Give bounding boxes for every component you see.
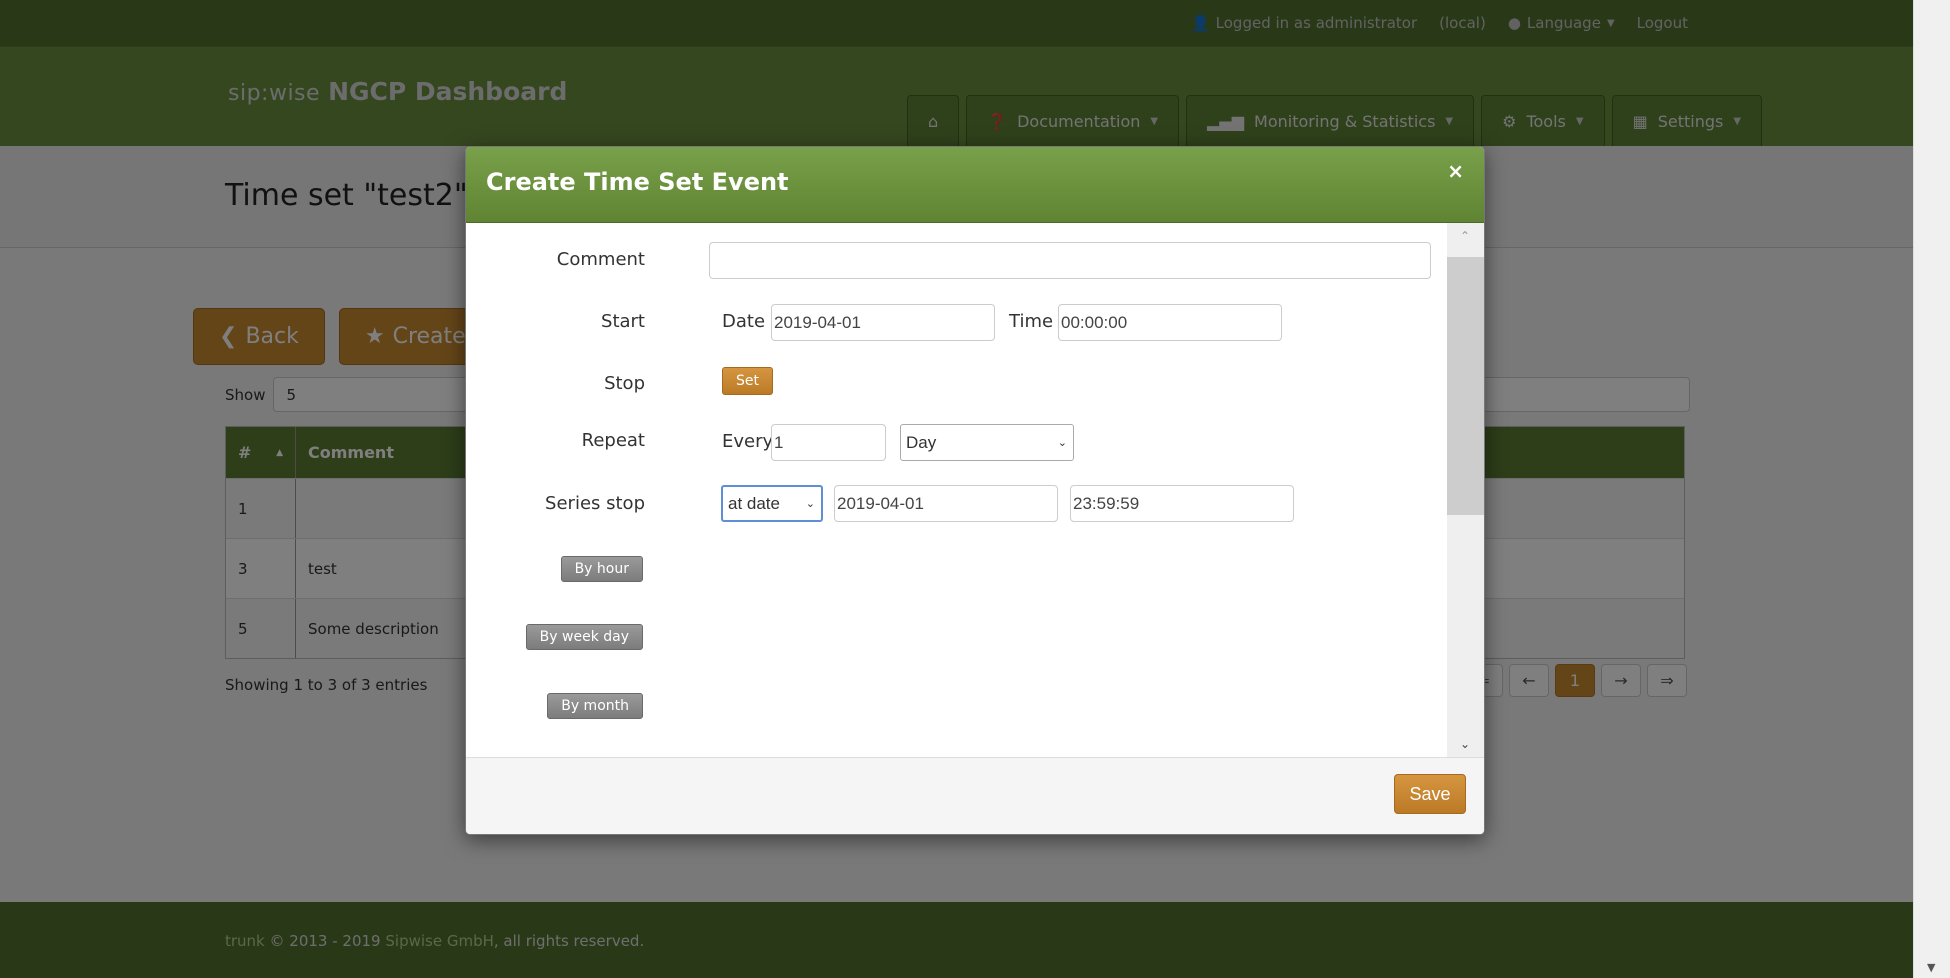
scroll-up-icon[interactable]: ⌃ (1460, 229, 1470, 243)
every-label: Every (722, 431, 774, 452)
scroll-down-icon[interactable]: ▼ (1927, 961, 1935, 974)
chevron-down-icon: ⌄ (805, 498, 815, 510)
time-label: Time (1009, 311, 1054, 332)
start-date-input[interactable]: 2019-04-01 (771, 304, 995, 341)
scroll-down-icon[interactable]: ⌄ (1460, 737, 1470, 751)
modal-title: Create Time Set Event (486, 168, 789, 196)
series-stop-mode-select[interactable]: at date ⌄ (721, 485, 823, 522)
modal-body: Comment Start Date 2019-04-01 Time 00:00… (466, 223, 1449, 759)
comment-input[interactable] (709, 242, 1431, 279)
modal-header: Create Time Set Event × (466, 147, 1484, 223)
scrollbar-thumb[interactable] (1447, 257, 1484, 515)
modal-scrollbar[interactable]: ⌃ ⌄ (1447, 223, 1484, 759)
stop-set-button[interactable]: Set (722, 367, 773, 395)
chevron-down-icon: ⌄ (1057, 437, 1067, 449)
start-time-input[interactable]: 00:00:00 (1058, 304, 1282, 341)
close-icon[interactable]: × (1447, 159, 1464, 183)
start-label: Start (601, 311, 645, 332)
by-month-button[interactable]: By month (547, 693, 643, 719)
create-event-modal: Create Time Set Event × Comment Start Da… (465, 146, 1485, 835)
by-hour-button[interactable]: By hour (560, 556, 643, 582)
repeat-label: Repeat (581, 430, 645, 451)
save-button[interactable]: Save (1394, 774, 1466, 814)
series-stop-label: Series stop (545, 493, 645, 514)
stop-label: Stop (604, 373, 645, 394)
date-label: Date (722, 311, 766, 332)
repeat-interval-input[interactable]: 1 (771, 424, 886, 461)
by-week-day-button[interactable]: By week day (525, 624, 643, 650)
repeat-unit-select[interactable]: Day ⌄ (900, 424, 1074, 461)
page-scrollbar[interactable]: ▼ (1913, 0, 1950, 978)
comment-label: Comment (556, 249, 645, 270)
series-stop-time-input[interactable]: 23:59:59 (1070, 485, 1294, 522)
modal-footer: Save (466, 757, 1484, 834)
series-stop-date-input[interactable]: 2019-04-01 (834, 485, 1058, 522)
